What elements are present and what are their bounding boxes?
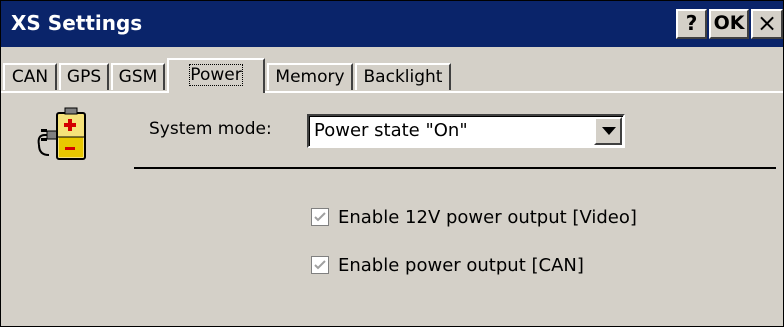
checkmark-icon [314,212,326,222]
enable-12v-video-label: Enable 12V power output [Video] [338,207,637,228]
tab-gps-label: GPS [66,67,102,87]
checkmark-icon [314,260,326,270]
tab-backlight[interactable]: Backlight [355,63,451,90]
title-bar: XS Settings ? OK × [1,1,783,47]
help-button[interactable]: ? [676,9,707,39]
settings-window: XS Settings ? OK × CAN GPS GSM Power Mem… [0,0,784,327]
battery-power-icon [37,107,86,160]
close-button[interactable]: × [751,9,783,39]
tab-gsm-label: GSM [118,67,158,87]
tab-can-label: CAN [11,67,49,87]
tab-memory[interactable]: Memory [267,63,353,90]
tab-power[interactable]: Power [167,58,265,93]
tab-bar: CAN GPS GSM Power Memory Backlight [1,57,783,93]
system-mode-select[interactable]: Power state "On" [307,114,625,148]
tab-memory-label: Memory [275,67,345,87]
tab-power-label: Power [189,64,243,86]
enable-12v-video-checkbox[interactable] [311,208,329,226]
tab-backlight-label: Backlight [363,67,443,87]
tab-gps[interactable]: GPS [59,63,109,90]
tab-panel-edge [1,91,783,93]
tab-can[interactable]: CAN [3,63,57,90]
window-title: XS Settings [11,11,143,35]
enable-can-power-label: Enable power output [CAN] [338,255,584,276]
chevron-down-icon [602,127,616,135]
system-mode-value: Power state "On" [314,120,468,141]
dropdown-arrow-button[interactable] [594,117,622,145]
system-mode-label: System mode: [149,119,272,139]
enable-can-power-checkbox[interactable] [311,256,329,274]
section-separator [134,167,776,169]
tab-gsm[interactable]: GSM [111,63,165,90]
ok-button[interactable]: OK [709,9,749,39]
